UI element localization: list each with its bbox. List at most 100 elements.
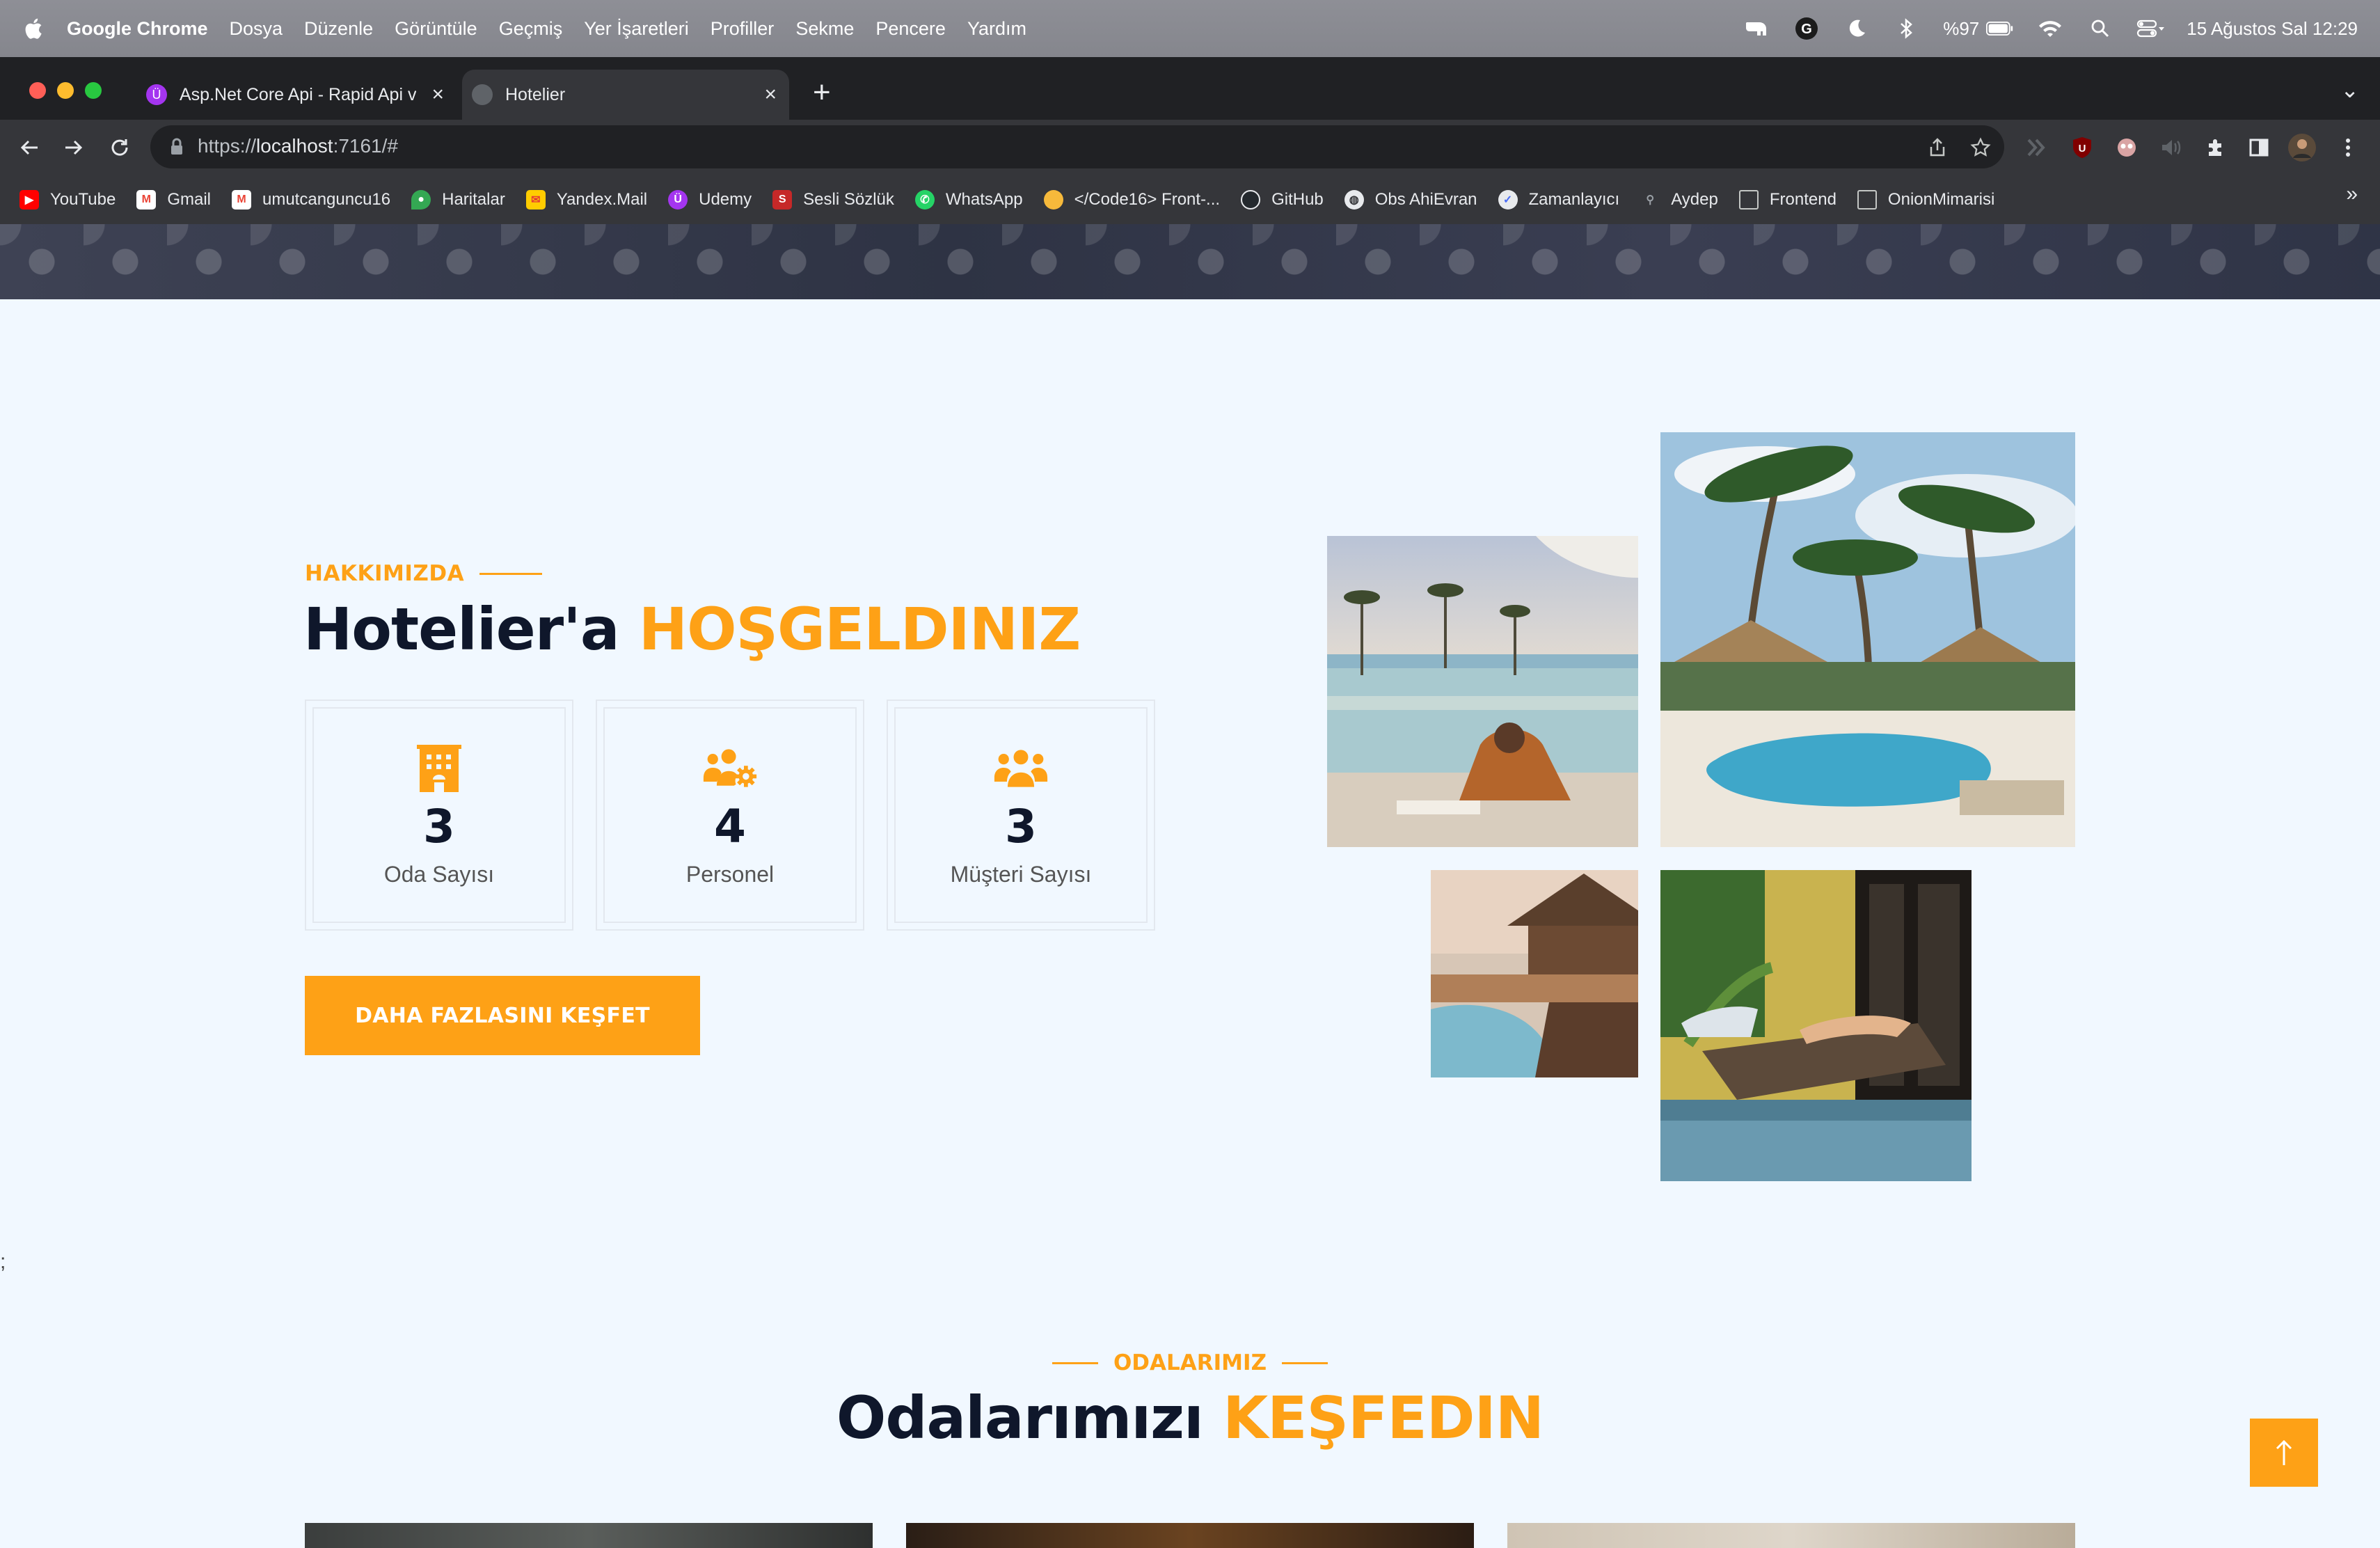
whatsapp-icon: ✆ [914,190,935,210]
bookmark-whatsapp[interactable]: ✆ WhatsApp [914,190,1023,210]
tab-hotelier[interactable]: Hotelier × [462,70,789,120]
rooms-eyebrow: ODALARIMIZ [1037,1350,1343,1375]
stat-value: 3 [423,800,455,853]
stat-value: 3 [1005,800,1037,853]
bookmarks-bar: ▶ YouTube M Gmail Mumutcanguncu16 ● Harital… [0,175,2380,224]
room-card-image[interactable] [1507,1523,2075,1548]
share-icon[interactable] [1922,132,1953,163]
url-text[interactable]: https://localhost:7161/# [198,135,398,157]
person-icon: ⚲ [1646,194,1655,206]
elephant-icon[interactable] [1743,15,1770,42]
menu-duzenle[interactable]: Düzenle [304,18,373,40]
menu-yardim[interactable]: Yardım [967,18,1026,40]
back-to-top-button[interactable] [2250,1419,2318,1487]
chrome-menu-icon[interactable] [2333,132,2363,163]
extension-mask-icon[interactable] [2111,132,2142,163]
stat-customer-count: 3 Müşteri Sayısı [887,700,1155,931]
mute-tab-icon[interactable] [2156,132,2187,163]
menu-pencere[interactable]: Pencere [875,18,946,40]
about-title: Hotelier'a HOŞGELDINIZ [303,595,1081,663]
bluetooth-icon[interactable] [1893,15,1921,42]
explore-more-button[interactable]: DAHA FAZLASINI KEŞFET [305,976,700,1055]
room-card-image[interactable] [305,1523,873,1548]
menu-goruntule[interactable]: Görüntüle [395,18,477,40]
forward-arrow-icon[interactable] [56,129,92,166]
arrow-up-icon [2276,1439,2292,1465]
wifi-icon[interactable] [2036,15,2064,42]
gmail-icon: M [231,190,251,210]
about-eyebrow: HAKKIMIZDA [305,561,543,586]
udemy-icon: Ü [146,84,167,105]
bookmark-udemy[interactable]: Ü Udemy [668,190,752,210]
window-zoom-icon[interactable] [85,82,102,99]
bookmark-haritalar[interactable]: ● Haritalar [411,190,505,210]
grammarly-icon[interactable]: G [1793,15,1820,42]
tab-title: Asp.Net Core Api - Rapid Api v [180,84,417,104]
side-panel-icon[interactable] [2244,132,2274,163]
dictionary-icon: S [772,190,793,210]
stat-label: Personel [685,862,775,887]
folder-icon [1738,190,1759,210]
bookmark-gmail[interactable]: M Gmail [136,190,211,210]
bookmark-zamanlayici[interactable]: ✓ Zamanlayıcı [1498,190,1619,210]
bookmark-aydep[interactable]: ⚲ Aydep [1640,190,1717,210]
bookmark-umutcanguncu16[interactable]: Mumutcanguncu16 [231,190,390,210]
youtube-icon: ▶ [19,190,39,210]
tab-rapid-api[interactable]: Ü Asp.Net Core Api - Rapid Api v × [136,70,457,120]
timer-icon: ✓ [1498,190,1518,210]
github-icon [1241,190,1261,210]
reload-icon[interactable] [102,129,138,166]
users-icon [993,745,1049,792]
bookmark-code16[interactable]: </Code16> Front-... [1043,190,1220,210]
bookmarks-overflow-chevron-icon[interactable]: » [2346,182,2358,206]
battery-icon[interactable] [1986,15,2014,42]
menu-sekme[interactable]: Sekme [795,18,854,40]
menu-yer-isaretleri[interactable]: Yer İşaretleri [584,18,689,40]
rooms-title: Odalarımızı KEŞFEDIN [836,1384,1544,1452]
active-app-name[interactable]: Google Chrome [67,18,208,40]
address-bar[interactable] [150,125,2004,168]
room-card-image[interactable] [906,1523,1474,1548]
new-tab-plus-icon[interactable]: + [813,75,831,110]
photo-palm-resort [1660,432,2075,847]
apple-icon[interactable] [22,17,43,40]
menu-gecmis[interactable]: Geçmiş [499,18,563,40]
stray-text: ; [0,1250,6,1273]
window-close-icon[interactable] [29,82,46,99]
bookmark-folder-frontend[interactable]: Frontend [1738,190,1836,210]
back-arrow-icon[interactable] [11,129,47,166]
bookmark-obs-ahievran[interactable]: ◍ Obs AhiEvran [1344,190,1477,210]
bookmark-star-icon[interactable] [1965,132,1996,163]
moon-icon[interactable] [1843,15,1871,42]
svg-text:G: G [1801,22,1812,37]
stat-room-count: 3 Oda Sayısı [305,700,573,931]
photo-pool-deck [1431,870,1638,1077]
profile-avatar[interactable] [2287,132,2317,163]
extension-arrows-icon[interactable] [2022,132,2053,163]
menu-dosya[interactable]: Dosya [230,18,283,40]
ublock-icon[interactable]: U [2067,132,2097,163]
close-icon[interactable]: × [764,83,777,106]
globe-icon: ◍ [1344,190,1364,210]
menubar-clock[interactable]: 15 Ağustos Sal 12:29 [2187,18,2358,40]
bookmark-folder-onionmimarisi[interactable]: OnionMimarisi [1857,190,1994,210]
menu-profiller[interactable]: Profiller [711,18,775,40]
photo-sunbather [1660,870,1972,1181]
bookmark-sesli-sozluk[interactable]: S Sesli Sözlük [772,190,894,210]
close-icon[interactable]: × [431,83,444,106]
bookmark-github[interactable]: GitHub [1241,190,1324,210]
battery-percent: %97 [1943,17,1980,39]
bookmark-youtube[interactable]: ▶ YouTube [19,190,116,210]
svg-text:U: U [2079,143,2086,155]
tab-title: Hotelier [505,84,566,104]
stat-label: Müşteri Sayısı [950,862,1092,887]
hotel-icon [411,745,467,792]
lock-icon[interactable] [167,136,187,157]
window-minimize-icon[interactable] [57,82,74,99]
code-icon [1043,190,1063,210]
tab-search-chevron-icon[interactable]: ⌄ [2340,77,2359,103]
extensions-puzzle-icon[interactable] [2200,132,2231,163]
spotlight-search-icon[interactable] [2086,15,2114,42]
bookmark-yandex-mail[interactable]: ✉ Yandex.Mail [525,190,647,210]
control-center-icon[interactable] [2136,15,2165,42]
